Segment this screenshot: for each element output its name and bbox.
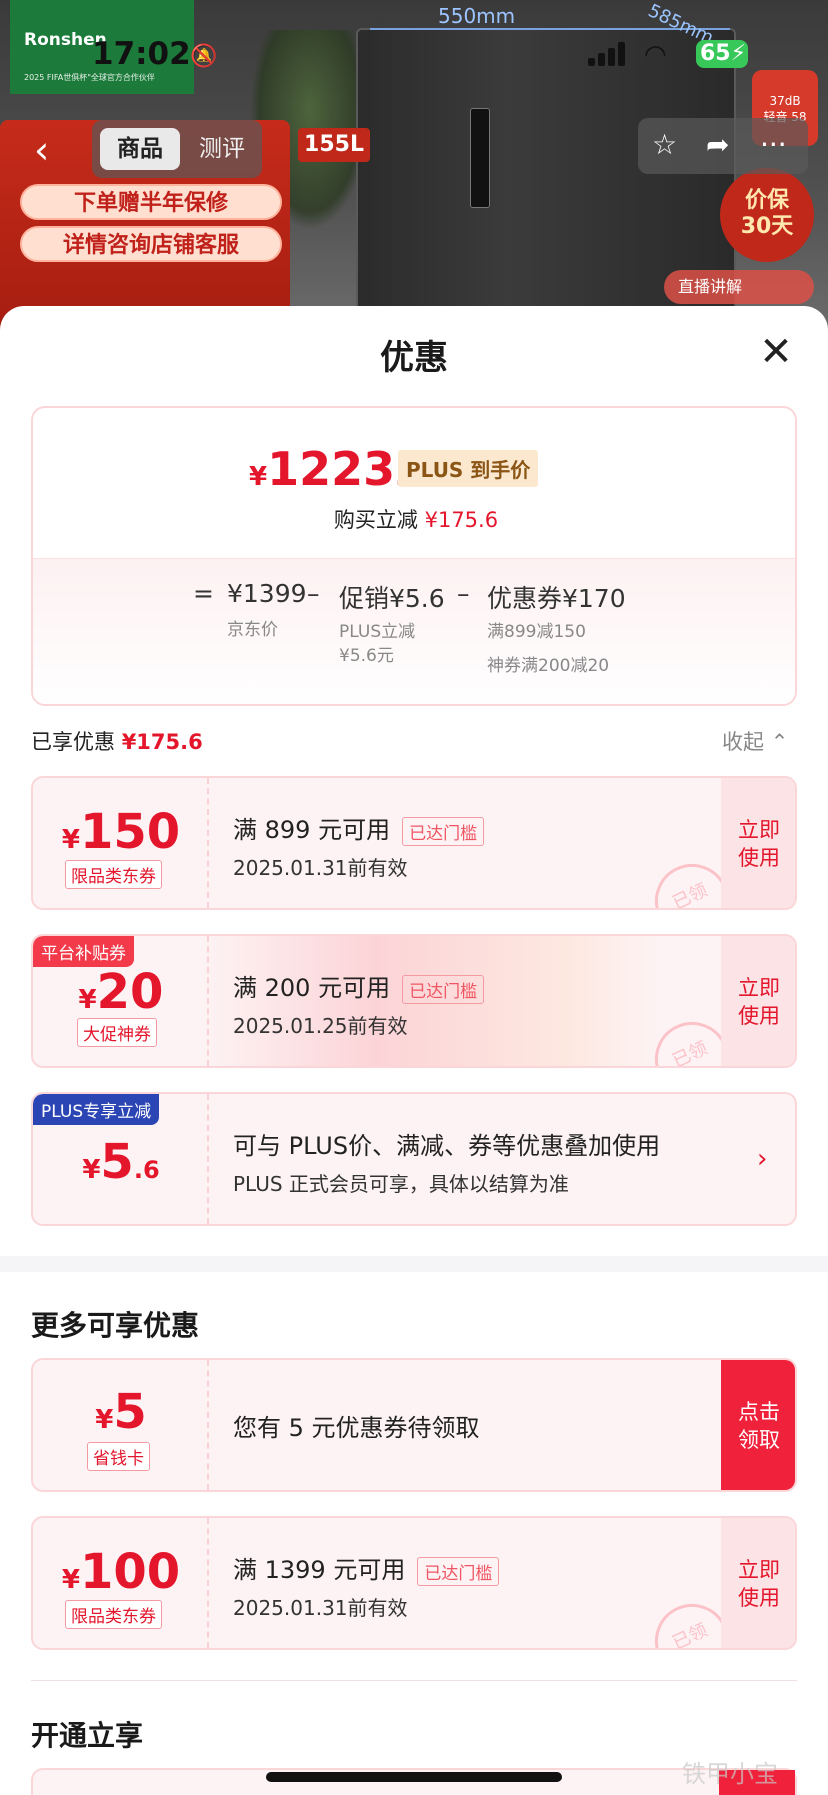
coupon-amount: ¥5 xyxy=(95,1384,147,1440)
chevron-right-icon[interactable]: › xyxy=(757,1144,767,1174)
dimension-width: 550mm xyxy=(438,4,516,28)
enjoyed-amount: ¥175.6 xyxy=(121,730,203,754)
battery-indicator: 65⚡ xyxy=(696,40,748,68)
instant-discount-amount: ¥175.6 xyxy=(424,508,499,532)
coupon-validity: 2025.01.25前有效 xyxy=(233,1014,408,1038)
jd-price-label: 京东价 xyxy=(227,620,278,640)
use-now-button[interactable]: 立即 使用 xyxy=(721,1518,795,1648)
brand-subtitle: 2025 FIFA世俱杯"全球官方合作伙伴 xyxy=(24,73,155,82)
coupon-type-tag: 限品类东券 xyxy=(65,860,162,889)
noise-db: 37dB xyxy=(769,94,801,108)
cell-signal-icon xyxy=(588,42,628,66)
coupon-type-tag: 限品类东券 xyxy=(65,1600,162,1629)
price-integer: 1223 xyxy=(267,442,396,496)
coupon-amount: ¥5.6 xyxy=(82,1134,160,1190)
coupon-card: ¥5 省钱卡 您有 5 元优惠券待领取 点击 领取 xyxy=(31,1358,797,1492)
instant-discount-label: 购买立减 xyxy=(333,508,418,532)
price-summary-card: ¥1223.4 PLUS 到手价 购买立减 ¥175.6 = ¥1399 – 促… xyxy=(31,406,797,706)
coupon-sub-line2: 神券满200减20 xyxy=(487,656,610,676)
coupon-amount: ¥20 xyxy=(78,964,164,1020)
promo-line-warranty: 下单赠半年保修 xyxy=(20,184,282,220)
tab-review[interactable]: 测评 xyxy=(190,128,254,170)
star-favorite-icon[interactable]: ☆ xyxy=(652,128,677,161)
collapse-label: 收起 xyxy=(722,730,764,754)
instant-discount-line: 购买立减 ¥175.6 xyxy=(33,504,795,534)
collapse-button[interactable]: 收起 ⌃ xyxy=(722,726,788,756)
coupon-note: PLUS 正式会员可享，具体以结算为准 xyxy=(233,1172,569,1196)
section-divider-line xyxy=(31,1680,797,1681)
watermark: 铁甲小宝 xyxy=(682,1760,778,1788)
mute-bell-icon: 🔕 xyxy=(190,44,218,69)
threshold-reached-tag: 已达门槛 xyxy=(402,816,485,846)
coupon-type-tag: 大促神券 xyxy=(77,1018,157,1047)
coupon-condition: 满 899 元可用 已达门槛 xyxy=(233,810,485,846)
coupon-condition: 满 200 元可用 已达门槛 xyxy=(233,968,485,1004)
platform-subsidy-corner: 平台补贴券 xyxy=(33,936,134,967)
calc-coupon: 优惠券¥170 xyxy=(487,584,626,613)
section-divider xyxy=(0,1256,828,1272)
calc-jd-price: ¥1399 xyxy=(227,579,307,608)
back-chevron-icon[interactable]: ‹ xyxy=(34,128,49,172)
calc-equals: = xyxy=(193,579,214,608)
coupon-amount: ¥150 xyxy=(61,804,181,860)
coupon-description: 可与 PLUS价、满减、券等优惠叠加使用 xyxy=(233,1132,661,1160)
sheet-title: 优惠 xyxy=(380,338,448,378)
coupon-sub-line1: 满899减150 xyxy=(487,622,586,642)
threshold-reached-tag: 已达门槛 xyxy=(402,974,485,1004)
plus-price-tag: PLUS 到手价 xyxy=(398,450,539,487)
tab-product[interactable]: 商品 xyxy=(100,128,180,170)
promo-line-service: 详情咨询店铺客服 xyxy=(20,226,282,262)
plus-exclusive-corner: PLUS专享立减 xyxy=(33,1094,160,1125)
more-discounts-title: 更多可享优惠 xyxy=(31,1309,200,1342)
threshold-reached-tag: 已达门槛 xyxy=(417,1556,500,1586)
open-benefits-title: 开通立享 xyxy=(31,1719,144,1752)
calc-minus-2: – xyxy=(457,579,470,608)
calc-promo: 促销¥5.6 xyxy=(339,584,445,613)
chevron-up-icon: ⌃ xyxy=(770,730,789,754)
capacity-badge: 155L xyxy=(298,128,370,162)
coupon-condition: 满 1399 元可用 已达门槛 xyxy=(233,1550,500,1586)
coupon-card[interactable]: ¥5.6 PLUS专享立减 可与 PLUS价、满减、券等优惠叠加使用 PLUS … xyxy=(31,1092,797,1226)
enjoyed-discount: 已享优惠 ¥175.6 xyxy=(31,726,203,756)
coupon-validity: 2025.01.31前有效 xyxy=(233,1596,408,1620)
fridge-control-panel xyxy=(470,108,490,208)
nav-tab-group: 商品 测评 xyxy=(92,120,262,178)
home-indicator[interactable] xyxy=(266,1772,562,1782)
live-explain-bubble[interactable]: 直播讲解 xyxy=(664,270,814,304)
coupon-sub: 满899减150 神券满200减20 xyxy=(487,617,609,681)
discount-sheet: 优惠 ✕ ¥1223.4 PLUS 到手价 购买立减 ¥175.6 = ¥139… xyxy=(0,306,828,1795)
battery-level: 65 xyxy=(700,41,731,66)
use-now-button[interactable]: 立即 使用 xyxy=(721,778,795,908)
use-now-button[interactable]: 立即 使用 xyxy=(721,936,795,1066)
price-protect-badge: 价保 30天 xyxy=(720,168,814,262)
coupon-card: ¥150 限品类东券 满 899 元可用 已达门槛 2025.01.31前有效 已… xyxy=(31,776,797,910)
coupon-description: 您有 5 元优惠券待领取 xyxy=(233,1414,480,1442)
price-protect-line2: 30天 xyxy=(740,214,794,239)
nav-actions: ☆ ➦ ··· xyxy=(638,118,808,174)
price-currency: ¥ xyxy=(249,462,268,492)
coupon-card: ¥20 大促神券 平台补贴券 满 200 元可用 已达门槛 2025.01.25前… xyxy=(31,934,797,1068)
price-protect-line1: 价保 xyxy=(744,188,789,213)
more-icon[interactable]: ··· xyxy=(760,128,787,161)
status-time: 17:02 xyxy=(92,36,191,72)
wifi-icon: ◠ xyxy=(644,40,667,70)
coupon-validity: 2025.01.31前有效 xyxy=(233,856,408,880)
share-icon[interactable]: ➦ xyxy=(706,128,729,161)
close-icon[interactable]: ✕ xyxy=(756,332,796,372)
coupon-amount: ¥100 xyxy=(61,1544,181,1600)
price-breakdown: = ¥1399 – 促销¥5.6 – 优惠券¥170 京东价 PLUS立减 ¥5… xyxy=(33,558,795,704)
calc-minus-1: – xyxy=(307,579,320,608)
coupon-type-tag: 省钱卡 xyxy=(87,1442,150,1471)
claim-button[interactable]: 点击 领取 xyxy=(721,1360,795,1490)
promo-sub: PLUS立减 ¥5.6元 xyxy=(339,617,415,671)
enjoyed-label: 已享优惠 xyxy=(31,730,115,754)
final-price: ¥1223.4 xyxy=(249,442,423,496)
coupon-card: ¥100 限品类东券 满 1399 元可用 已达门槛 2025.01.31前有效 … xyxy=(31,1516,797,1650)
